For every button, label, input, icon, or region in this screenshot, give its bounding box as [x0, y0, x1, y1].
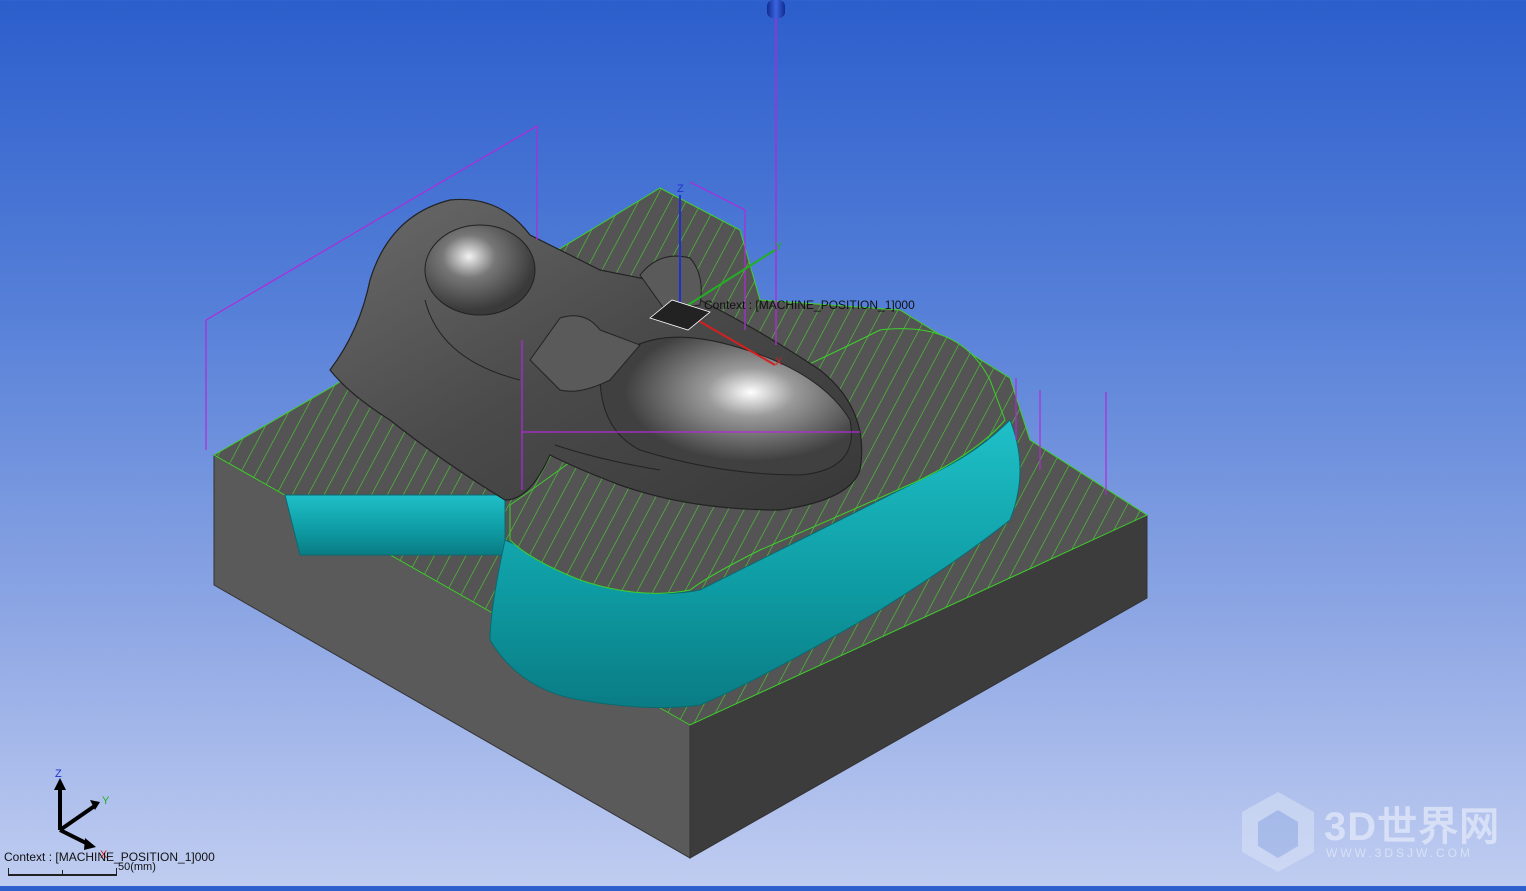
scale-label: 50(mm) — [118, 861, 156, 873]
scale-tick — [62, 870, 63, 876]
scale-tick — [8, 868, 9, 876]
context-label: Context : [MACHINE_POSITION_1]000 — [4, 850, 215, 864]
watermark-text: 3D世界网 — [1324, 805, 1501, 849]
part-axis-y-label: Y — [775, 241, 783, 253]
watermark-subtext: WWW.3DSJW.COM — [1326, 846, 1473, 860]
cockpit-dome[interactable] — [424, 224, 536, 316]
cam-3d-viewport[interactable]: Z Y X Z Y X Context : [MACHINE_POSITION_… — [0, 0, 1526, 886]
scale-tick — [116, 868, 117, 876]
part-axis-x-label: X — [775, 356, 783, 368]
watermark: 3D世界网 WWW.3DSJW.COM — [1242, 792, 1512, 872]
triad-y-label: Y — [102, 795, 110, 807]
view-axis-triad[interactable]: Z Y X — [54, 768, 110, 861]
triad-z-label: Z — [55, 768, 62, 780]
cutting-tool[interactable] — [767, 0, 785, 345]
context-label-3d: Context : [MACHINE_POSITION_1]000 — [704, 298, 915, 312]
part-axis-z-label: Z — [677, 183, 684, 195]
